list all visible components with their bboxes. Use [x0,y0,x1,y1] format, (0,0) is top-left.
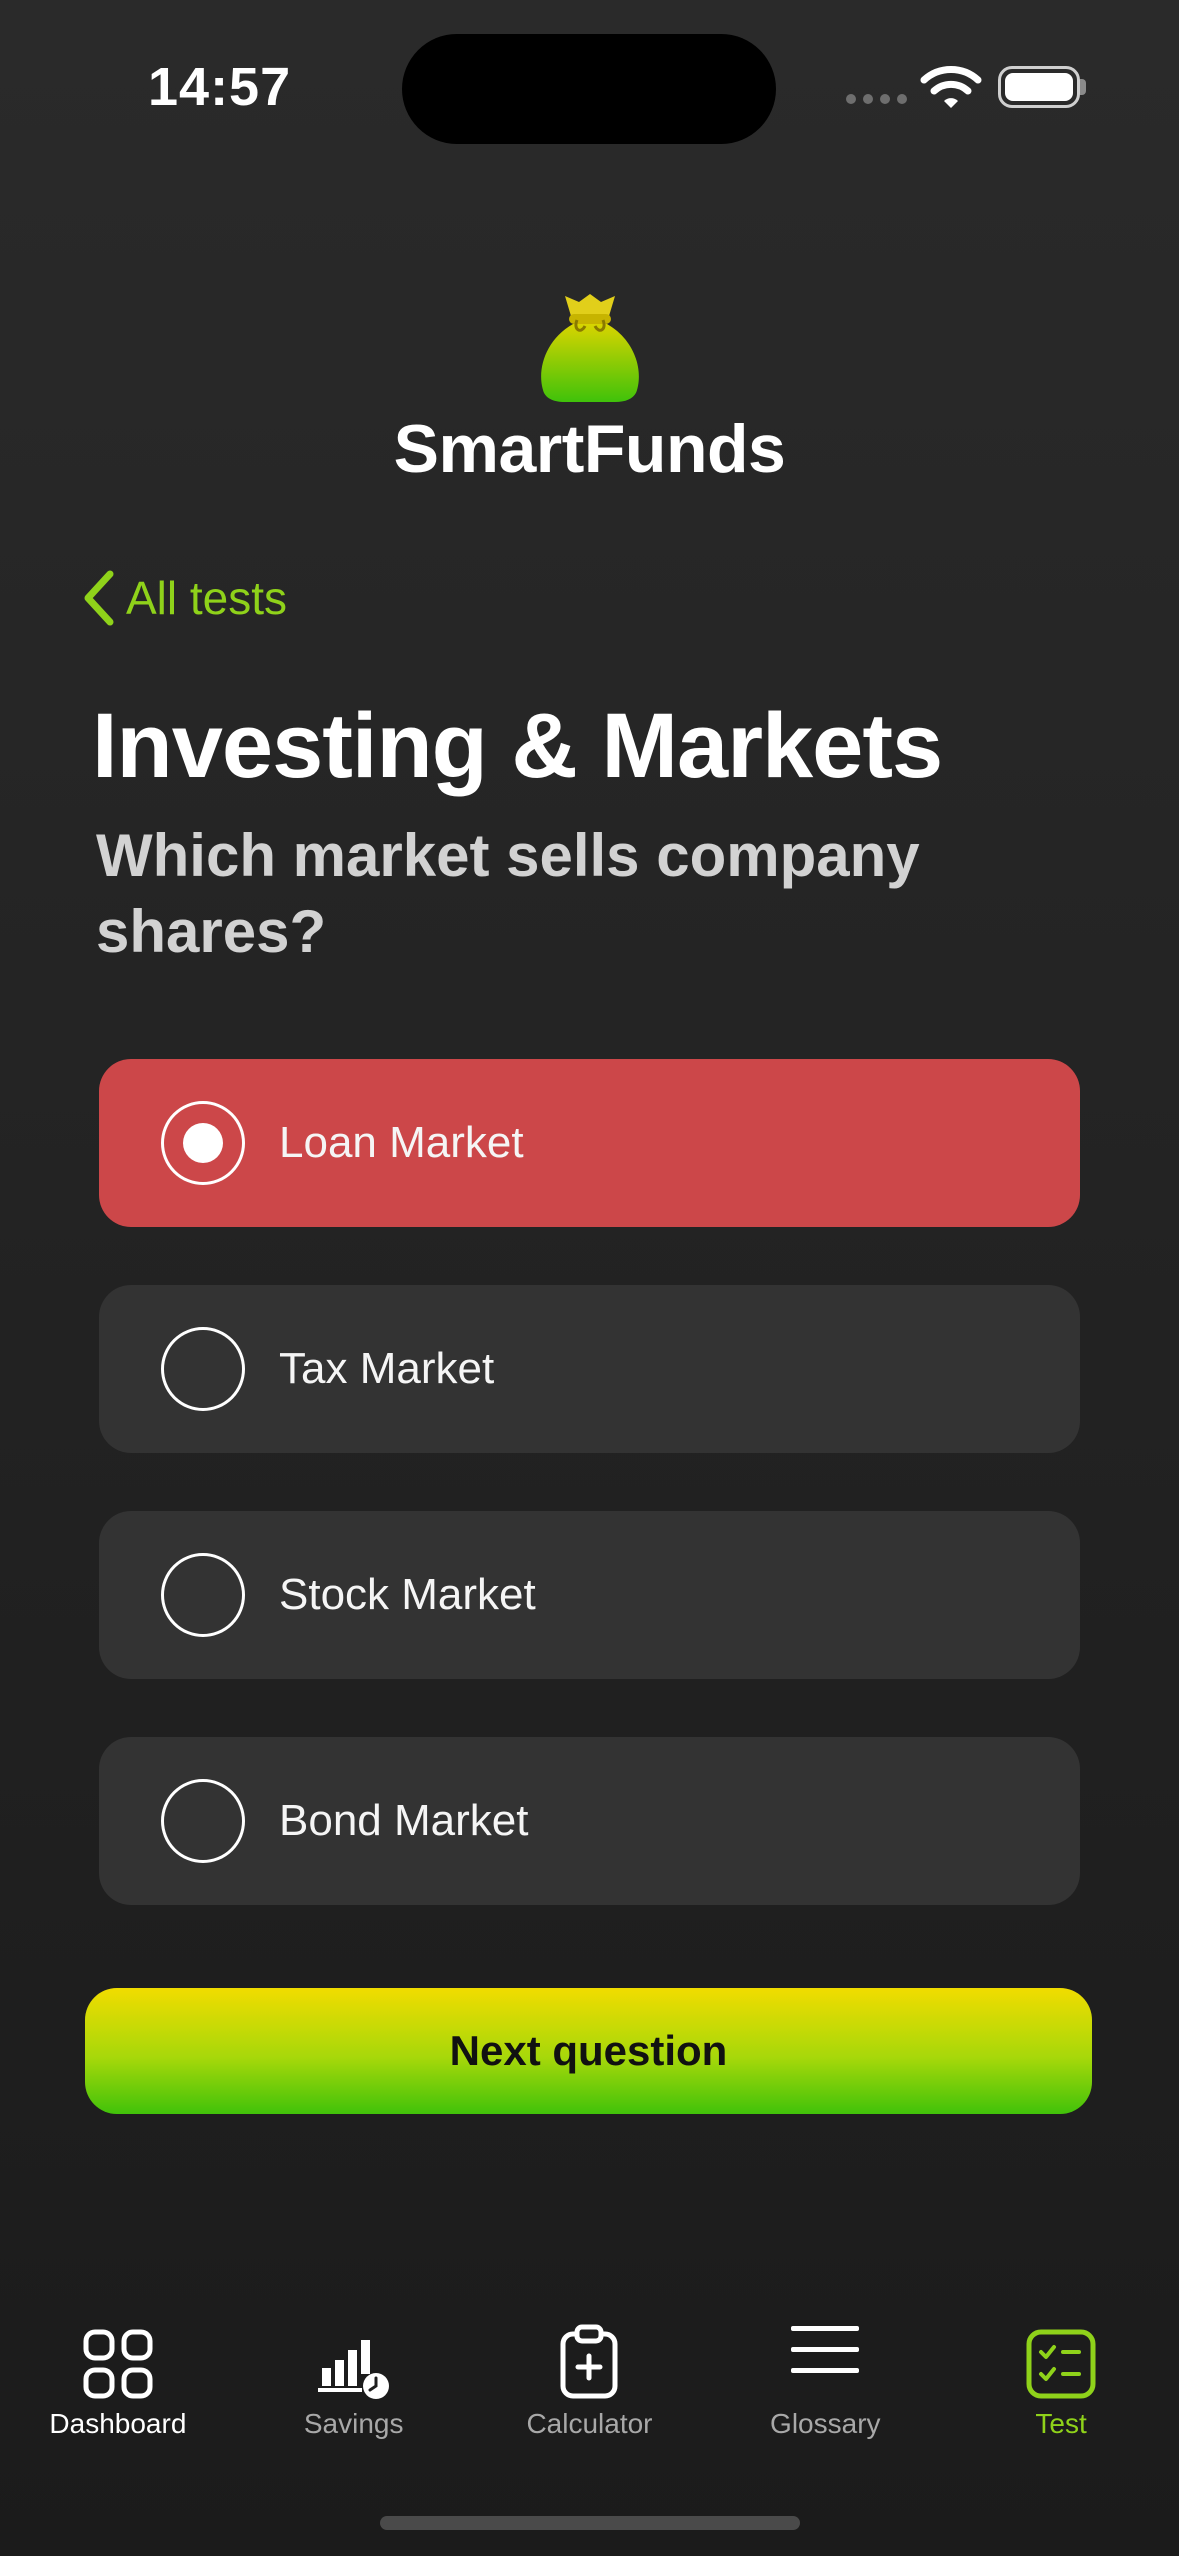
tab-label: Test [1035,2408,1087,2439]
wifi-icon [920,66,982,108]
next-question-label: Next question [449,2027,728,2074]
checklist-icon [1026,2329,1096,2399]
radio-button[interactable] [161,1327,245,1411]
back-link-label: All tests [126,572,288,624]
home-indicator[interactable] [380,2516,800,2530]
tab-label: Dashboard [49,2408,187,2439]
radio-button[interactable] [161,1779,245,1863]
tab-test[interactable]: Test [943,2300,1179,2480]
quiz-title: Investing & Markets [92,695,943,797]
option-label: Bond Market [279,1796,529,1845]
option-label: Tax Market [279,1344,495,1393]
grid-icon [83,2329,153,2399]
tab-dashboard[interactable]: Dashboard [0,2300,236,2480]
tab-label: Calculator [526,2408,653,2439]
tab-label: Glossary [770,2408,881,2439]
answer-option-loan-market[interactable]: Loan Market [99,1059,1080,1227]
cellular-signal-icon [846,94,907,104]
tab-label: Savings [303,2408,404,2439]
radio-button[interactable] [161,1553,245,1637]
status-bar: 14:57 [0,0,1179,170]
answer-option-tax-market[interactable]: Tax Market [99,1285,1080,1453]
option-label: Loan Market [279,1118,524,1167]
answer-options: Loan Market Tax Market Stock Market Bond… [99,1059,1080,1963]
tab-calculator[interactable]: Calculator [472,2300,708,2480]
bottom-tab-bar: Dashboard Savings Calculator Glossary Te… [0,2300,1179,2480]
tab-glossary[interactable]: Glossary [707,2300,943,2480]
battery-nub [1080,79,1086,95]
clipboard-plus-icon [560,2324,618,2399]
option-label: Stock Market [279,1570,536,1619]
answer-option-stock-market[interactable]: Stock Market [99,1511,1080,1679]
menu-lines-icon [791,2326,860,2373]
question-text: Which market sells company shares? [96,822,920,965]
next-question-button[interactable]: Next question [85,1988,1092,2114]
status-time: 14:57 [148,57,292,117]
radio-button-selected[interactable] [161,1101,245,1185]
tab-savings[interactable]: Savings [236,2300,472,2480]
bar-chart-clock-icon [317,2340,389,2399]
brand-header: SmartFunds [0,290,1179,488]
answer-option-bond-market[interactable]: Bond Market [99,1737,1080,1905]
money-bag-icon [540,294,639,402]
back-to-all-tests-link[interactable]: All tests [82,570,287,626]
battery-icon [998,66,1080,108]
dynamic-island [402,34,776,144]
chevron-left-icon [84,570,114,626]
brand-name: SmartFunds [393,411,786,487]
